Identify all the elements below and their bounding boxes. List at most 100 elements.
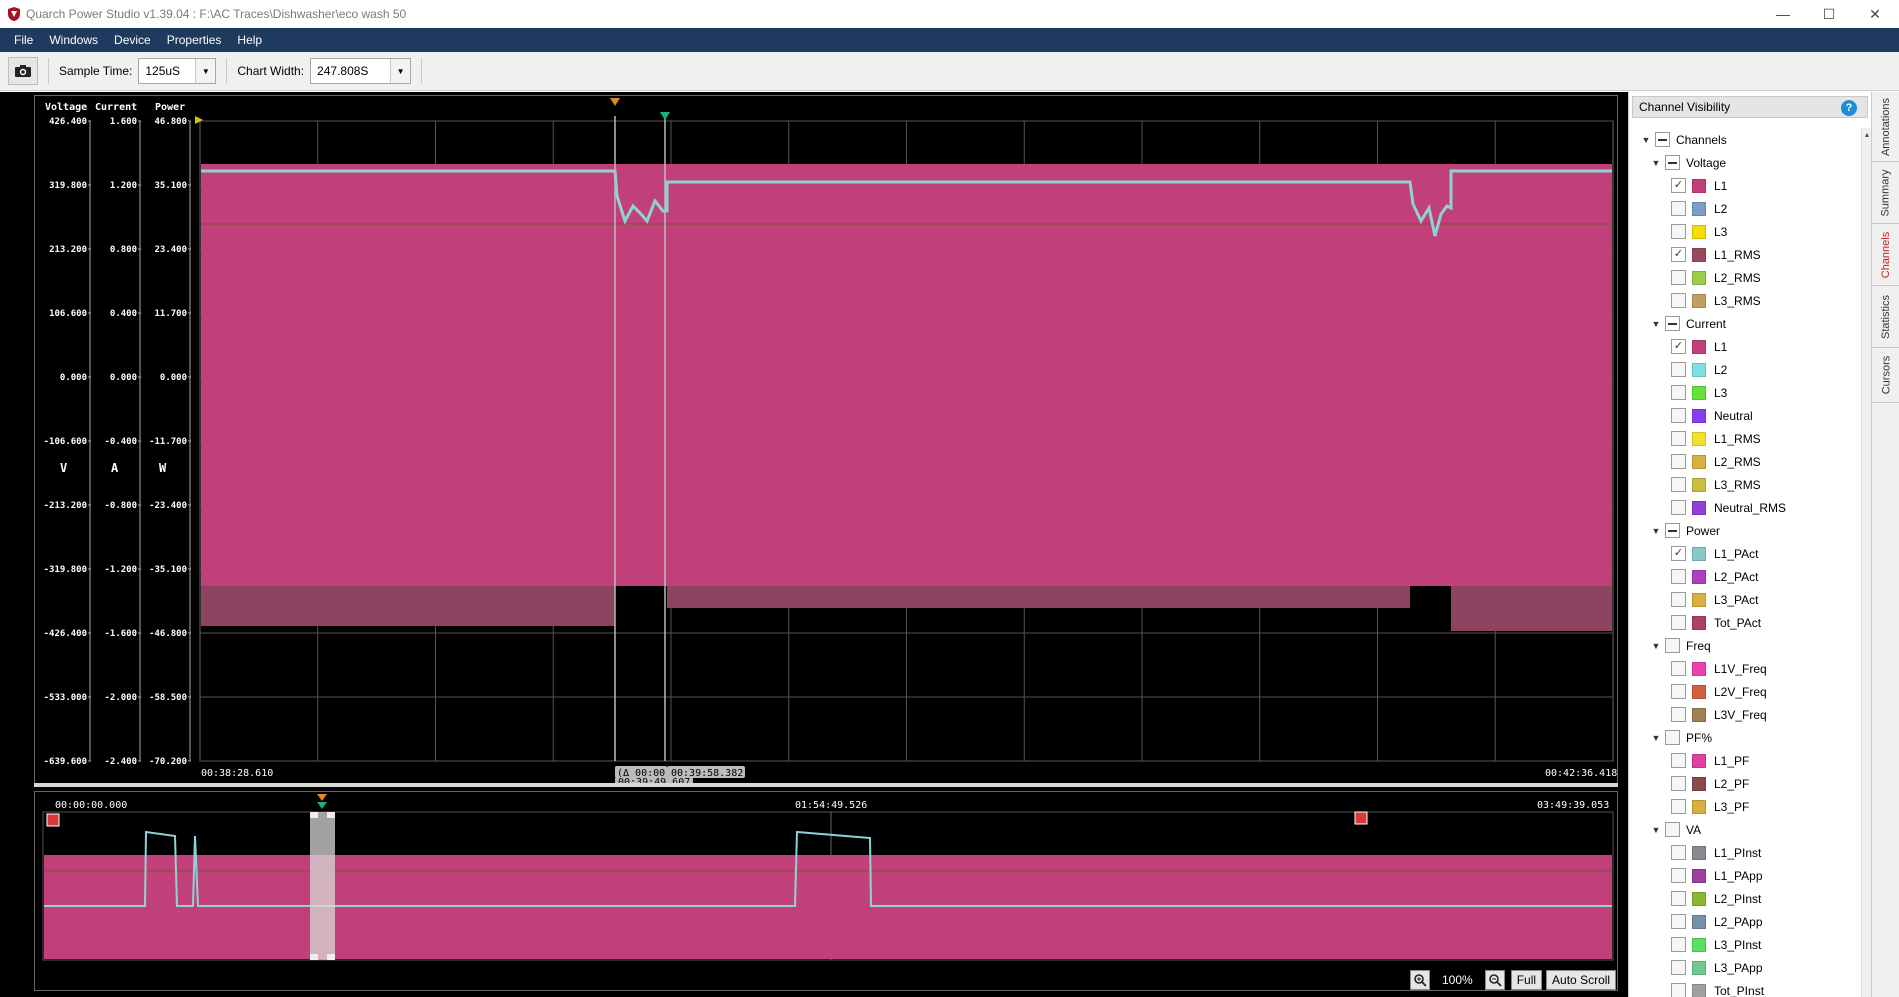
color-swatch[interactable] xyxy=(1692,937,1706,952)
color-swatch[interactable] xyxy=(1692,477,1706,492)
color-swatch[interactable] xyxy=(1692,339,1706,354)
color-swatch[interactable] xyxy=(1692,569,1706,584)
color-swatch[interactable] xyxy=(1692,753,1706,768)
tree-item[interactable]: Tot_PAct xyxy=(1629,611,1861,634)
tree-item[interactable]: L3_PInst xyxy=(1629,933,1861,956)
checkbox[interactable] xyxy=(1671,293,1686,308)
tree-item[interactable]: L2_RMS xyxy=(1629,266,1861,289)
tree-item[interactable]: Neutral xyxy=(1629,404,1861,427)
chart-splitter[interactable] xyxy=(34,783,1618,787)
tree-item[interactable]: L1_PInst xyxy=(1629,841,1861,864)
checkbox[interactable] xyxy=(1665,822,1680,837)
tree-item[interactable]: ✓ L1 xyxy=(1629,335,1861,358)
tab-annotations[interactable]: Annotations xyxy=(1872,92,1899,162)
color-swatch[interactable] xyxy=(1692,868,1706,883)
color-swatch[interactable] xyxy=(1692,408,1706,423)
color-swatch[interactable] xyxy=(1692,431,1706,446)
checkbox[interactable] xyxy=(1671,707,1686,722)
overview-viewport-window[interactable] xyxy=(310,812,335,960)
tree-item[interactable]: L3V_Freq xyxy=(1629,703,1861,726)
checkbox[interactable] xyxy=(1655,132,1670,147)
tree-item[interactable]: L2 xyxy=(1629,358,1861,381)
tree-item[interactable]: ▼ Voltage xyxy=(1629,151,1861,174)
panel-scrollbar[interactable]: ▲ xyxy=(1861,128,1871,997)
checkbox[interactable] xyxy=(1671,385,1686,400)
viewport-handle-right-bottom[interactable] xyxy=(327,954,335,960)
tree-item[interactable]: ▼ VA xyxy=(1629,818,1861,841)
color-swatch[interactable] xyxy=(1692,776,1706,791)
expand-toggle-icon[interactable]: ▼ xyxy=(1651,526,1661,536)
tree-item[interactable]: ▼ Current xyxy=(1629,312,1861,335)
color-swatch[interactable] xyxy=(1692,362,1706,377)
checkbox[interactable] xyxy=(1671,569,1686,584)
expand-toggle-icon[interactable]: ▼ xyxy=(1651,319,1661,329)
checkbox[interactable] xyxy=(1665,155,1680,170)
menu-device[interactable]: Device xyxy=(106,33,159,47)
color-swatch[interactable] xyxy=(1692,385,1706,400)
checkbox[interactable] xyxy=(1671,753,1686,768)
color-swatch[interactable] xyxy=(1692,661,1706,676)
checkbox[interactable] xyxy=(1671,960,1686,975)
tree-item[interactable]: L1V_Freq xyxy=(1629,657,1861,680)
viewport-handle-left-top[interactable] xyxy=(310,812,318,818)
color-swatch[interactable] xyxy=(1692,201,1706,216)
checkbox[interactable] xyxy=(1671,799,1686,814)
tab-cursors[interactable]: Cursors xyxy=(1872,348,1899,403)
checkbox[interactable] xyxy=(1665,730,1680,745)
expand-toggle-icon[interactable]: ▼ xyxy=(1651,641,1661,651)
trigger-level-marker[interactable] xyxy=(195,116,203,124)
color-swatch[interactable] xyxy=(1692,960,1706,975)
tree-item[interactable]: ✓ L1_RMS xyxy=(1629,243,1861,266)
overview-cursor-a-marker[interactable] xyxy=(317,794,327,801)
tree-item[interactable]: L1_RMS xyxy=(1629,427,1861,450)
checkbox[interactable] xyxy=(1671,845,1686,860)
viewport-handle-left-bottom[interactable] xyxy=(310,954,318,960)
tree-item[interactable]: ▼ Freq xyxy=(1629,634,1861,657)
menu-file[interactable]: File xyxy=(6,33,41,47)
tree-item[interactable]: Tot_PInst xyxy=(1629,979,1861,997)
checkbox[interactable] xyxy=(1671,914,1686,929)
main-chart[interactable]: Voltage Current Power V A W 426.400 1.600… xyxy=(34,95,1619,788)
expand-toggle-icon[interactable]: ▼ xyxy=(1651,825,1661,835)
tree-item[interactable]: L3_PApp xyxy=(1629,956,1861,979)
menu-help[interactable]: Help xyxy=(229,33,270,47)
checkbox[interactable] xyxy=(1671,776,1686,791)
checkbox[interactable] xyxy=(1671,592,1686,607)
checkbox[interactable] xyxy=(1671,408,1686,423)
cursor-a-marker[interactable] xyxy=(610,98,620,106)
checkbox[interactable] xyxy=(1671,201,1686,216)
tree-item[interactable]: ▼ Power xyxy=(1629,519,1861,542)
tree-item[interactable]: ✓ L1_PAct xyxy=(1629,542,1861,565)
tree-item[interactable]: L2_PAct xyxy=(1629,565,1861,588)
screenshot-button[interactable] xyxy=(8,57,38,85)
annotation-flag-icon[interactable] xyxy=(46,813,60,827)
main-chart-svg[interactable]: Voltage Current Power V A W 426.400 1.600… xyxy=(35,96,1619,788)
tree-item[interactable]: L1_PF xyxy=(1629,749,1861,772)
checkbox[interactable] xyxy=(1665,523,1680,538)
checkbox[interactable] xyxy=(1671,983,1686,997)
overview-chart[interactable]: 00:00:00.000 01:54:49.526 03:49:39.053 xyxy=(34,791,1618,991)
color-swatch[interactable] xyxy=(1692,845,1706,860)
color-swatch[interactable] xyxy=(1692,178,1706,193)
checkbox[interactable]: ✓ xyxy=(1671,546,1686,561)
overview-chart-svg[interactable]: 00:00:00.000 01:54:49.526 03:49:39.053 xyxy=(35,792,1619,992)
minimize-button[interactable]: — xyxy=(1760,0,1806,28)
menu-properties[interactable]: Properties xyxy=(159,33,230,47)
color-swatch[interactable] xyxy=(1692,592,1706,607)
close-button[interactable]: ✕ xyxy=(1852,0,1898,28)
checkbox[interactable] xyxy=(1671,362,1686,377)
tab-channels[interactable]: Channels xyxy=(1872,224,1899,286)
color-swatch[interactable] xyxy=(1692,546,1706,561)
color-swatch[interactable] xyxy=(1692,914,1706,929)
tree-item[interactable]: L3 xyxy=(1629,220,1861,243)
checkbox[interactable] xyxy=(1665,638,1680,653)
checkbox[interactable] xyxy=(1671,454,1686,469)
tree-item[interactable]: ▼ Channels xyxy=(1629,128,1861,151)
tree-item[interactable]: L3_PF xyxy=(1629,795,1861,818)
help-icon[interactable]: ? xyxy=(1841,100,1857,116)
tree-item[interactable]: ▼ PF% xyxy=(1629,726,1861,749)
color-swatch[interactable] xyxy=(1692,224,1706,239)
color-swatch[interactable] xyxy=(1692,500,1706,515)
sample-time-dropdown[interactable]: 125uS ▼ xyxy=(138,58,217,84)
tree-item[interactable]: L1_PApp xyxy=(1629,864,1861,887)
